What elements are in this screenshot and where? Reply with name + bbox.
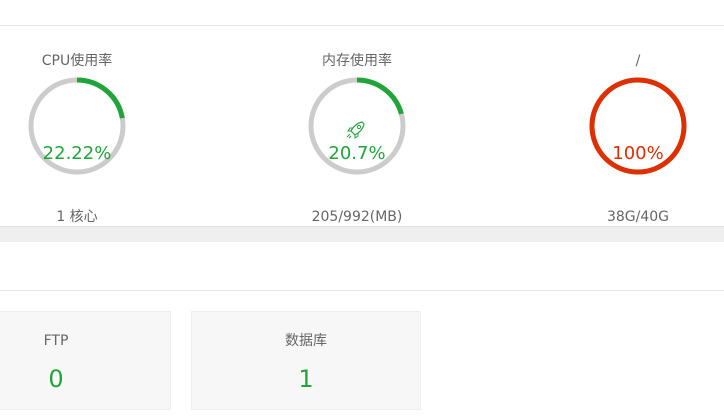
section-header-line — [0, 290, 724, 291]
ftp-card-label: FTP — [43, 333, 69, 349]
database-card-label: 数据库 — [285, 333, 327, 349]
memory-gauge-value: 20.7% — [328, 143, 386, 164]
ftp-card-count[interactable]: 0 — [1, 364, 111, 394]
disk-gauge-value: 100% — [612, 143, 664, 164]
database-card-count[interactable]: 1 — [192, 364, 420, 394]
section-divider — [0, 226, 724, 242]
cpu-gauge-cores: 1 核心 — [56, 209, 98, 225]
ftp-card[interactable]: FTP 0 — [0, 311, 171, 410]
status-panel: CPU使用率 22.22% 1 核心 内存使用率 20.7% 205/992(M… — [0, 26, 724, 226]
database-card[interactable]: 数据库 1 — [191, 311, 421, 410]
disk-gauge-title: / — [635, 53, 641, 69]
cpu-gauge-title: CPU使用率 — [41, 53, 113, 69]
memory-gauge-usage: 205/992(MB) — [311, 209, 403, 225]
disk-gauge-usage: 38G/40G — [606, 209, 670, 225]
cpu-gauge-value: 22.22% — [42, 143, 112, 164]
memory-gauge-title: 内存使用率 — [322, 53, 392, 69]
rocket-icon[interactable] — [345, 120, 367, 140]
